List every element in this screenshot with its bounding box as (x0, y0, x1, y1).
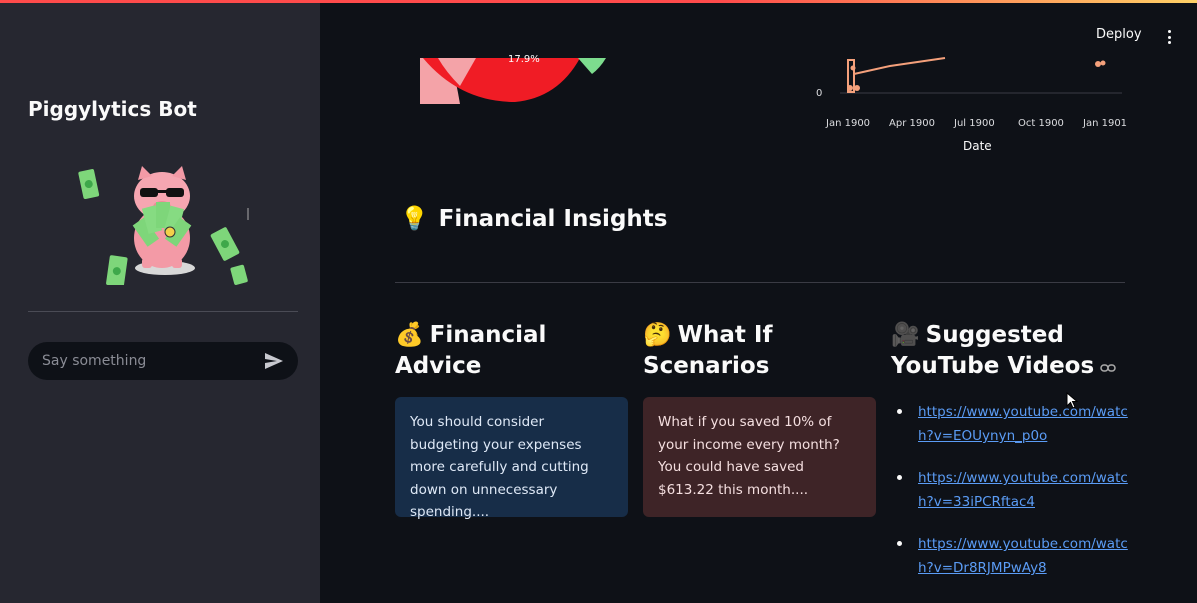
lightbulb-icon: 💡 (400, 206, 429, 232)
app-title: Piggylytics Bot (28, 97, 197, 121)
what-if-card: What if you saved 10% of your income eve… (643, 397, 876, 517)
x-axis-title: Date (963, 139, 992, 153)
insights-divider (395, 282, 1125, 283)
chat-input-container (28, 342, 298, 380)
video-link-list: https://www.youtube.com/watch?v=EOUynyn_… (895, 400, 1135, 598)
pie-slice-label: 17.9% (508, 54, 540, 65)
list-item: https://www.youtube.com/watch?v=Dr8RJMPw… (895, 532, 1135, 580)
x-tick-label: Jan 1900 (826, 118, 871, 129)
advice-heading: 💰 Financial Advice (395, 322, 547, 379)
main-menu-icon[interactable] (1162, 28, 1176, 46)
video-link[interactable]: https://www.youtube.com/watch?v=Dr8RJMPw… (918, 536, 1128, 576)
sidebar: Piggylytics Bot (0, 0, 320, 603)
deploy-button[interactable]: Deploy (1096, 27, 1142, 47)
y-tick-label: 0 (816, 88, 823, 99)
chat-input[interactable] (42, 353, 264, 369)
sidebar-divider (28, 311, 298, 312)
pie-slice-green (578, 58, 606, 74)
what-if-heading: 🤔 What If Scenarios (643, 322, 773, 379)
x-tick-label: Apr 1900 (889, 118, 935, 129)
list-item: https://www.youtube.com/watch?v=EOUynyn_… (895, 400, 1135, 448)
videos-heading: 🎥 Suggested YouTube Videos (891, 320, 1131, 382)
thinking-face-icon: 🤔 (643, 322, 672, 348)
list-item: https://www.youtube.com/watch?v=33iPCRft… (895, 466, 1135, 514)
video-link[interactable]: https://www.youtube.com/watch?v=EOUynyn_… (918, 404, 1128, 444)
mouse-cursor-icon (1066, 392, 1079, 409)
top-decoration-bar (0, 0, 1197, 3)
money-bill-icon (78, 169, 100, 200)
piggy-mascot-image (78, 166, 249, 285)
x-tick-label: Oct 1900 (1018, 118, 1064, 129)
video-camera-icon: 🎥 (891, 322, 920, 348)
video-link[interactable]: https://www.youtube.com/watch?v=33iPCRft… (918, 470, 1128, 510)
money-bag-icon: 💰 (395, 322, 424, 348)
x-tick-label: Jul 1900 (954, 118, 995, 129)
advice-card: You should consider budgeting your expen… (395, 397, 628, 520)
send-icon[interactable] (264, 351, 284, 371)
insights-title: Financial Insights (438, 205, 668, 232)
insights-heading: 💡 Financial Insights (400, 205, 668, 233)
trend-line (853, 57, 946, 75)
x-tick-label: Jan 1901 (1083, 118, 1128, 129)
anchor-link-icon[interactable] (1100, 351, 1116, 382)
